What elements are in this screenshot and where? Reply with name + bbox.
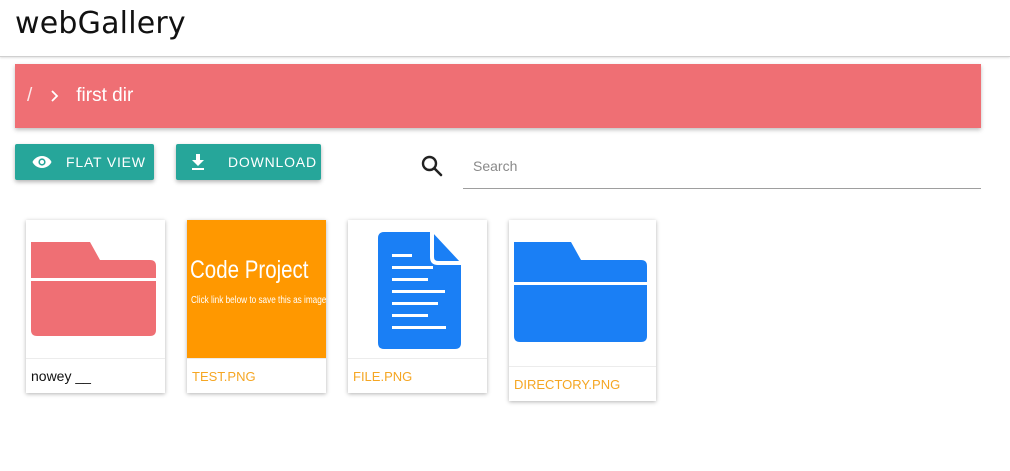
item-label: nowey __ <box>26 358 165 393</box>
image-thumbnail: Code Project Click link below to save th… <box>187 220 326 358</box>
download-icon <box>188 152 208 172</box>
gallery-item-image[interactable]: Code Project Click link below to save th… <box>187 220 326 393</box>
gallery-item-folder[interactable]: nowey __ <box>26 220 165 393</box>
app-title: webGallery <box>15 6 186 41</box>
item-label: TEST.PNG <box>187 358 326 393</box>
item-label: FILE.PNG <box>348 358 487 393</box>
breadcrumb: / first dir <box>15 64 981 128</box>
breadcrumb-root[interactable]: / <box>27 85 32 107</box>
gallery-item-image[interactable]: DIRECTORY.PNG <box>509 220 656 401</box>
preview-title: Code Project <box>190 256 309 284</box>
chevron-right-icon <box>46 87 64 105</box>
folder-thumbnail <box>26 220 165 358</box>
flat-view-label: FLAT VIEW <box>66 154 146 170</box>
eye-icon <box>32 152 52 172</box>
image-thumbnail <box>348 220 487 358</box>
preview-subtitle: Click link below to save this as image <box>191 295 326 306</box>
search-input[interactable] <box>463 147 981 185</box>
item-label: DIRECTORY.PNG <box>509 366 656 401</box>
breadcrumb-current[interactable]: first dir <box>76 85 133 107</box>
download-button[interactable]: DOWNLOAD <box>176 144 321 180</box>
search-icon <box>420 154 444 178</box>
gallery-item-image[interactable]: FILE.PNG <box>348 220 487 393</box>
search-field <box>463 147 981 189</box>
folder-icon <box>31 242 156 336</box>
image-thumbnail <box>509 220 656 366</box>
flat-view-button[interactable]: FLAT VIEW <box>15 144 154 180</box>
app-header: webGallery <box>0 0 1010 57</box>
folder-icon <box>514 242 647 342</box>
document-icon <box>378 232 461 349</box>
download-label: DOWNLOAD <box>228 154 317 170</box>
